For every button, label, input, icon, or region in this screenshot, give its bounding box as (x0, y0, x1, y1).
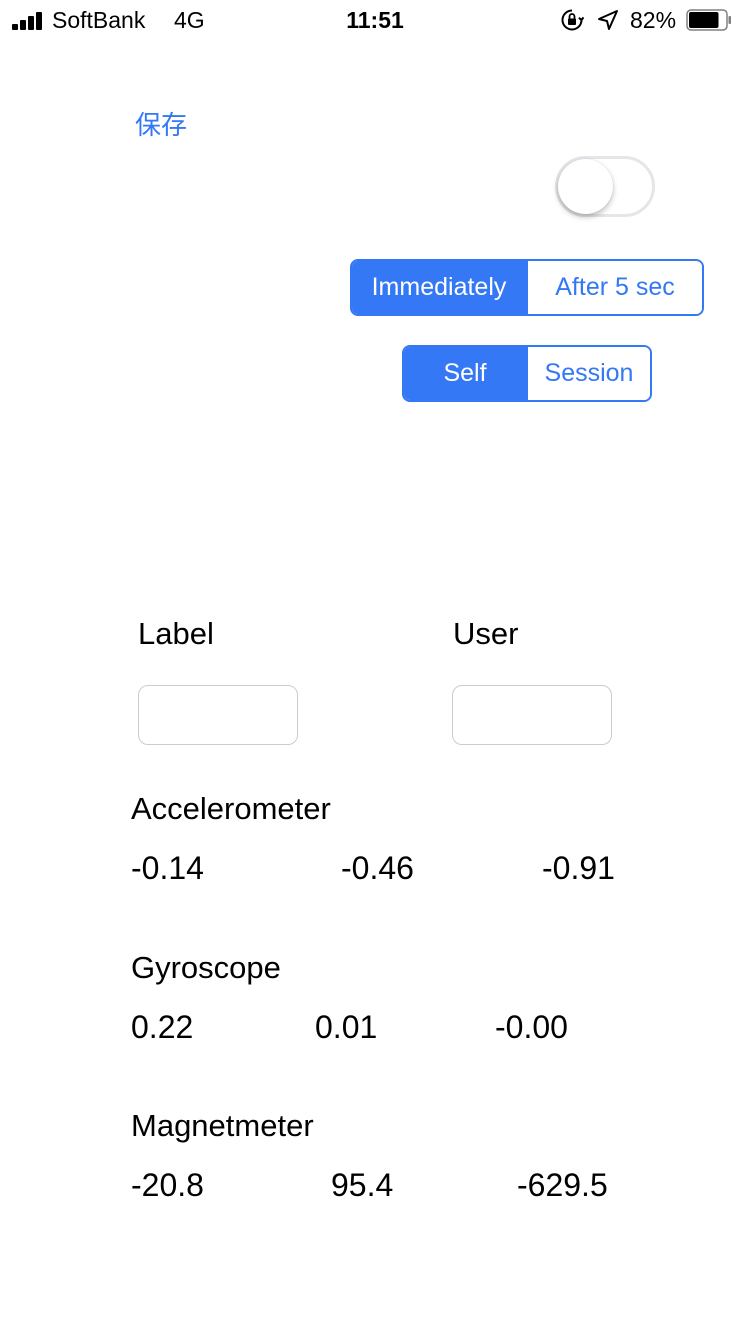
label-input[interactable] (138, 685, 298, 745)
save-button[interactable]: 保存 (135, 108, 187, 144)
magnetometer-z-value: -629.5 (517, 1167, 608, 1203)
toggle-switch[interactable] (555, 156, 655, 217)
accelerometer-z-value: -0.91 (542, 850, 615, 886)
user-title: User (453, 616, 519, 651)
magnetometer-x-value: -20.8 (131, 1167, 204, 1203)
segment-self[interactable]: Self (404, 347, 528, 400)
battery-percent: 82% (630, 7, 677, 33)
segment-immediately[interactable]: Immediately (352, 261, 528, 314)
gyroscope-y-value: 0.01 (315, 1009, 378, 1045)
toggle-knob (558, 159, 613, 214)
gyroscope-x-value: 0.22 (131, 1009, 194, 1045)
label-title: Label (138, 616, 214, 651)
segment-after-5-sec[interactable]: After 5 sec (528, 261, 702, 314)
gyroscope-z-value: -0.00 (495, 1009, 568, 1045)
magnetometer-title: Magnetmeter (131, 1108, 314, 1143)
user-input[interactable] (452, 685, 612, 745)
accelerometer-y-value: -0.46 (341, 850, 414, 886)
location-arrow-icon (598, 10, 618, 30)
timing-segmented-control: Immediately After 5 sec (350, 259, 704, 316)
orientation-lock-icon (561, 9, 584, 31)
status-bar: SoftBank 4G 11:51 82% (0, 0, 750, 40)
accelerometer-title: Accelerometer (131, 791, 331, 826)
scope-segmented-control: Self Session (402, 345, 652, 402)
gyroscope-title: Gyroscope (131, 950, 281, 985)
segment-session[interactable]: Session (528, 347, 650, 400)
battery-icon (686, 9, 731, 31)
magnetometer-y-value: 95.4 (331, 1167, 394, 1203)
accelerometer-x-value: -0.14 (131, 850, 204, 886)
